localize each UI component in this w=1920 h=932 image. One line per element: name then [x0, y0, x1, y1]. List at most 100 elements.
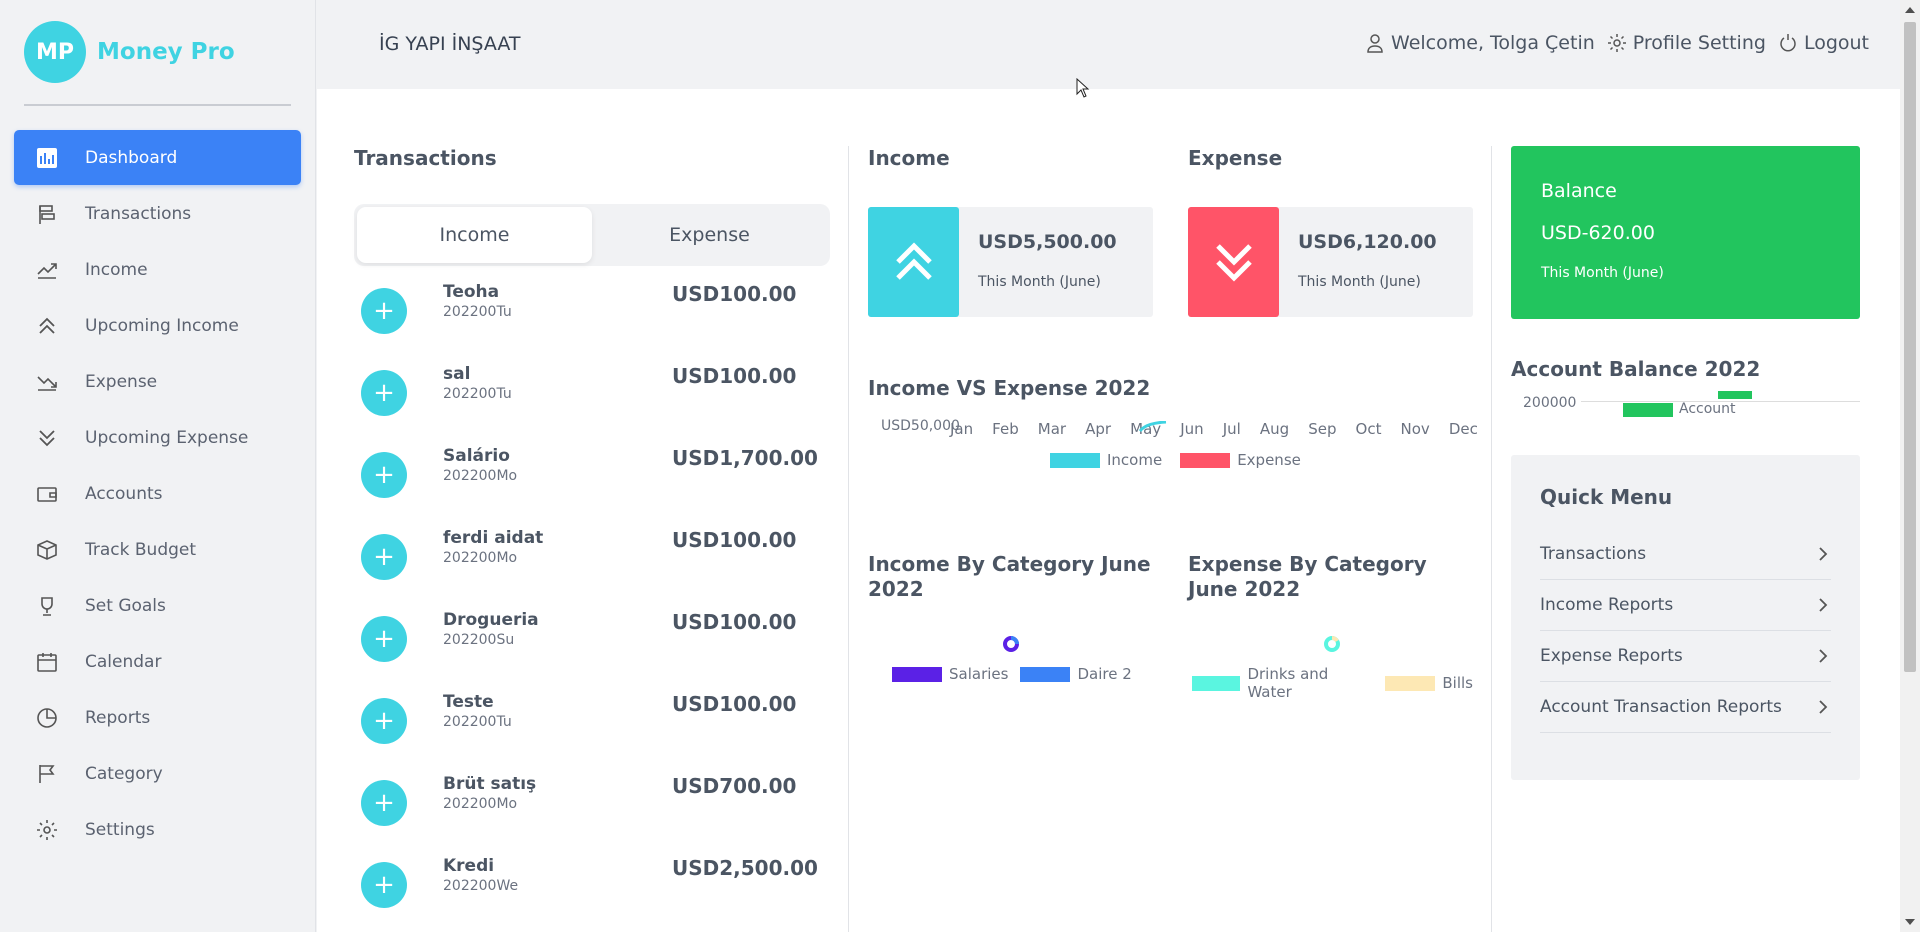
sidebar-item-set-goals[interactable]: Set Goals: [14, 578, 301, 633]
logout-icon: [1780, 34, 1796, 52]
sidebar-item-label: Accounts: [85, 483, 163, 504]
expense-donut-chart: [1324, 636, 1340, 652]
expense-card[interactable]: USD6,120.00 This Month (June): [1188, 207, 1473, 317]
logout-label: Logout: [1803, 32, 1869, 54]
quick-menu: Quick Menu Transactions Income Reports E…: [1511, 455, 1860, 780]
transaction-row[interactable]: + Kredi 202200We USD2,500.00: [354, 856, 830, 932]
legend-label: Drinks and Water: [1247, 665, 1329, 701]
sidebar-item-upcoming-expense[interactable]: Upcoming Expense: [14, 410, 301, 465]
plus-icon[interactable]: +: [361, 370, 407, 416]
quick-menu-expense-reports[interactable]: Expense Reports: [1540, 631, 1831, 682]
transaction-row[interactable]: + Teste 202200Tu USD100.00: [354, 692, 830, 774]
logout-link[interactable]: Logout: [1778, 32, 1869, 54]
top-header: İG YAPI İNŞAAT Welcome, Tolga Çetin Prof…: [317, 0, 1900, 89]
transaction-row[interactable]: + Brüt satış 202200Mo USD700.00: [354, 774, 830, 856]
plus-icon[interactable]: +: [361, 862, 407, 908]
sidebar-item-calendar[interactable]: Calendar: [14, 634, 301, 689]
double-chevron-up-icon: [36, 315, 58, 337]
transaction-row[interactable]: + Salário 202200Mo USD1,700.00: [354, 446, 830, 528]
quick-menu-income-reports[interactable]: Income Reports: [1540, 580, 1831, 631]
transaction-date: 202200Mo: [443, 550, 518, 566]
transaction-amount: USD100.00: [672, 282, 797, 306]
scroll-up-arrow-icon[interactable]: [1905, 7, 1915, 13]
pie-chart-icon: [36, 707, 58, 729]
profile-setting-label: Profile Setting: [1632, 32, 1766, 54]
legend-item-expense[interactable]: Expense: [1180, 451, 1301, 469]
income-vs-expense-title: Income VS Expense 2022: [868, 376, 1151, 400]
welcome-user[interactable]: Welcome, Tolga Çetin: [1365, 32, 1595, 54]
plus-icon[interactable]: +: [361, 452, 407, 498]
wallet-icon: [36, 483, 58, 505]
legend-item-drinks-and-water[interactable]: Drinks and Water: [1192, 665, 1373, 701]
legend-swatch: [892, 666, 942, 682]
balance-card[interactable]: Balance USD-620.00 This Month (June): [1511, 146, 1860, 319]
x-tick-label: Aug: [1259, 420, 1290, 438]
legend-item-salaries[interactable]: Salaries: [892, 665, 1008, 683]
calendar-icon: [36, 651, 58, 673]
transaction-row[interactable]: + Drogueria 202200Su USD100.00: [354, 610, 830, 692]
transactions-panel: Transactions Income Expense + Teoha 202200…: [354, 146, 830, 932]
sidebar-item-label: Upcoming Income: [85, 315, 239, 336]
plus-icon[interactable]: +: [361, 698, 407, 744]
sidebar-item-accounts[interactable]: Accounts: [14, 466, 301, 521]
x-tick-label: Mar: [1037, 420, 1067, 438]
sidebar-item-upcoming-income[interactable]: Upcoming Income: [14, 298, 301, 353]
tab-income[interactable]: Income: [357, 207, 592, 263]
transaction-name: Drogueria: [443, 610, 539, 630]
legend-swatch: [1623, 403, 1673, 417]
expense-by-category-title: Expense By Category June 2022: [1188, 552, 1427, 601]
legend-item-bills[interactable]: Bills: [1385, 665, 1473, 701]
x-tick-label: Jan: [950, 420, 974, 438]
transaction-row[interactable]: + sal 202200Tu USD100.00: [354, 364, 830, 446]
trophy-icon: [36, 595, 58, 617]
y-tick-label: 200000: [1523, 395, 1577, 411]
plus-icon[interactable]: +: [361, 616, 407, 662]
transaction-name: sal: [443, 364, 471, 384]
legend-label: Salaries: [949, 665, 1009, 683]
brand[interactable]: MP Money Pro: [0, 0, 315, 104]
sidebar-item-settings[interactable]: Settings: [14, 802, 301, 857]
legend-item-income[interactable]: Income: [1050, 451, 1162, 469]
quick-menu-account-transaction-reports[interactable]: Account Transaction Reports: [1540, 682, 1831, 733]
transaction-date: 202200Su: [443, 632, 515, 648]
transaction-row[interactable]: + Teoha 202200Tu USD100.00: [354, 282, 830, 364]
quick-menu-transactions[interactable]: Transactions: [1540, 529, 1831, 580]
income-title: Income: [868, 146, 950, 170]
sidebar-item-dashboard[interactable]: Dashboard: [14, 130, 301, 185]
transactions-title: Transactions: [354, 146, 497, 170]
legend-swatch: [1050, 452, 1100, 468]
transaction-date: 202200Mo: [443, 796, 518, 812]
bar-mark: [1718, 391, 1752, 399]
tab-expense[interactable]: Expense: [592, 207, 827, 263]
plus-icon[interactable]: +: [361, 288, 407, 334]
legend-item-daire-2[interactable]: Daire 2: [1020, 665, 1132, 683]
scroll-down-arrow-icon[interactable]: [1905, 919, 1915, 925]
sidebar-item-reports[interactable]: Reports: [14, 690, 301, 745]
sidebar-item-track-budget[interactable]: Track Budget: [14, 522, 301, 577]
double-chevron-up-icon: [868, 207, 959, 317]
transaction-row[interactable]: + ferdi aidat 202200Mo USD100.00: [354, 528, 830, 610]
scroll-thumb[interactable]: [1904, 22, 1916, 672]
sidebar-item-label: Income: [85, 259, 148, 280]
income-donut-chart: [1003, 636, 1019, 652]
legend-swatch: [1385, 675, 1436, 691]
page-scrollbar[interactable]: [1900, 0, 1920, 932]
sidebar-item-income[interactable]: Income: [14, 242, 301, 297]
plus-icon[interactable]: +: [361, 534, 407, 580]
sidebar-item-label: Settings: [85, 819, 155, 840]
chevron-right-icon: [1819, 649, 1828, 663]
sidebar-item-category[interactable]: Category: [14, 746, 301, 801]
chart-legend: Income Expense: [1050, 451, 1301, 469]
income-card[interactable]: USD5,500.00 This Month (June): [868, 207, 1153, 317]
sidebar-item-label: Category: [85, 763, 163, 784]
sidebar-item-transactions[interactable]: Transactions: [14, 186, 301, 241]
expense-category-legend: Drinks and Water Bills: [1192, 665, 1473, 701]
welcome-text: Welcome, Tolga Çetin: [1391, 32, 1595, 54]
profile-setting-link[interactable]: Profile Setting: [1607, 32, 1766, 54]
x-axis-ticks: Jan Feb Mar Apr May Jun Jul Aug Sep Oct Nov Dec: [950, 420, 1478, 438]
expense-period: This Month (June): [1298, 274, 1421, 290]
sidebar-item-expense[interactable]: Expense: [14, 354, 301, 409]
company-name: İG YAPI İNŞAAT: [379, 33, 521, 55]
plus-icon[interactable]: +: [361, 780, 407, 826]
balance-title: Balance: [1541, 180, 1617, 202]
